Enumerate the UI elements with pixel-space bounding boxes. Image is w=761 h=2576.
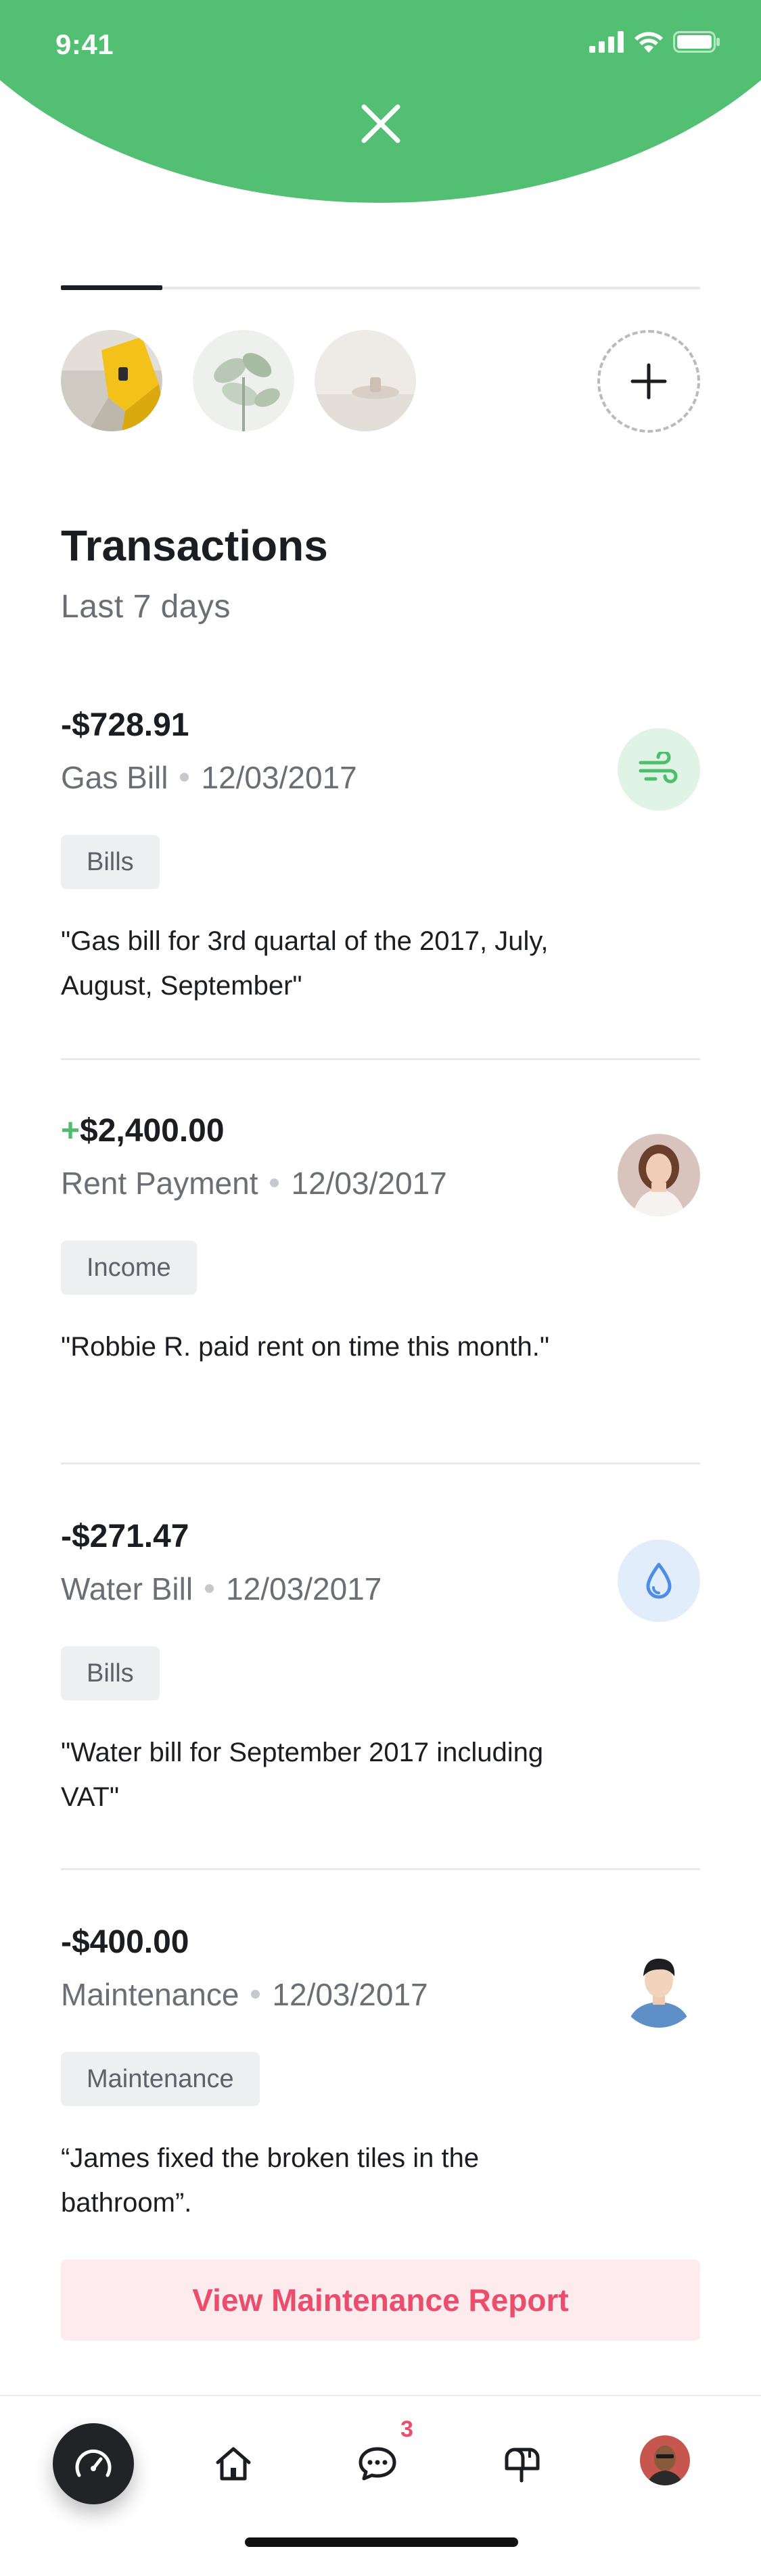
account-property-3[interactable] xyxy=(315,330,416,431)
signal-icon xyxy=(589,31,624,53)
transaction-meta: Rent Payment 12/03/2017 xyxy=(61,1165,447,1201)
add-account-button[interactable] xyxy=(597,330,700,433)
amount-value: $271.47 xyxy=(71,1519,189,1554)
wifi-icon xyxy=(635,32,663,53)
tenant-avatar xyxy=(618,1134,700,1216)
transaction-amount: -$400.00 xyxy=(61,1924,189,1961)
transaction-meta: Maintenance 12/03/2017 xyxy=(61,1976,428,2013)
home-indicator xyxy=(245,2537,518,2547)
amount-sign: - xyxy=(61,1519,72,1554)
transaction-amount: -$271.47 xyxy=(61,1518,189,1555)
separator-dot xyxy=(205,1584,214,1594)
tenant-avatar-photo xyxy=(618,1134,700,1216)
section-title: Transactions xyxy=(61,521,328,570)
divider xyxy=(61,1058,700,1060)
transaction-note: "Robbie R. paid rent on time this month.… xyxy=(61,1332,550,1362)
messages-badge: 3 xyxy=(400,2416,413,2442)
property-photo-interior xyxy=(315,330,416,431)
transaction-date: 12/03/2017 xyxy=(201,760,357,795)
amount-value: $728.91 xyxy=(71,707,189,743)
nav-profile-avatar[interactable] xyxy=(640,2435,690,2485)
header: 9:41 xyxy=(0,0,761,210)
battery-icon xyxy=(673,31,720,53)
section-subtitle: Last 7 days xyxy=(61,589,231,625)
transaction-item[interactable]: -$728.91 Gas Bill 12/03/2017 Bills "Gas b… xyxy=(61,707,700,1018)
mailbox-icon xyxy=(505,2448,540,2483)
nav-properties-button[interactable] xyxy=(212,2442,255,2485)
transaction-tag: Bills xyxy=(61,1646,160,1700)
transaction-tag: Maintenance xyxy=(61,2052,260,2106)
transaction-item[interactable]: +$2,400.00 Rent Payment 12/03/2017 Income… xyxy=(61,1112,700,1423)
divider xyxy=(61,1462,700,1464)
transaction-title: Water Bill xyxy=(61,1571,193,1606)
transaction-date: 12/03/2017 xyxy=(272,1977,428,2012)
close-icon xyxy=(361,104,400,143)
close-button[interactable] xyxy=(360,103,402,145)
transaction-meta: Gas Bill 12/03/2017 xyxy=(61,759,357,796)
transaction-item[interactable]: -$400.00 Maintenance 12/03/2017 Maintenan… xyxy=(61,1924,700,2241)
status-time: 9:41 xyxy=(55,28,114,60)
transaction-title: Rent Payment xyxy=(61,1166,258,1201)
transaction-note: “James fixed the broken tiles in the bat… xyxy=(61,2143,480,2218)
account-property-2[interactable] xyxy=(193,330,294,431)
transaction-meta: Water Bill 12/03/2017 xyxy=(61,1571,382,1607)
transaction-amount: -$728.91 xyxy=(61,707,189,744)
header-background xyxy=(0,0,761,203)
transaction-title: Gas Bill xyxy=(61,760,168,795)
plus-icon xyxy=(630,363,667,400)
speedometer-icon xyxy=(75,2449,112,2477)
account-property-1[interactable] xyxy=(61,330,162,431)
bottom-nav: 3 xyxy=(0,2395,761,2576)
nav-messages-button[interactable] xyxy=(356,2442,399,2485)
view-maintenance-report-button[interactable]: View Maintenance Report xyxy=(61,2260,700,2341)
water-drop-icon xyxy=(646,1563,672,1599)
transaction-title: Maintenance xyxy=(61,1977,239,2012)
transaction-note: "Water bill for September 2017 including… xyxy=(61,1738,544,1812)
transaction-tag: Income xyxy=(61,1241,197,1295)
property-photo-plant xyxy=(193,330,294,431)
account-tab-indicator xyxy=(61,285,162,290)
transaction-amount: +$2,400.00 xyxy=(61,1112,225,1149)
separator-dot xyxy=(251,1990,260,1999)
property-photo-yellow-chair xyxy=(61,330,162,431)
nav-dashboard-button[interactable] xyxy=(53,2423,134,2504)
amount-sign: - xyxy=(61,1924,72,1960)
wind-icon-badge xyxy=(618,728,700,811)
amount-sign: + xyxy=(61,1113,80,1149)
nav-mailbox-button[interactable] xyxy=(500,2442,543,2485)
transaction-note: "Gas bill for 3rd quartal of the 2017, J… xyxy=(61,926,549,1001)
separator-dot xyxy=(180,773,189,782)
profile-avatar-photo xyxy=(640,2435,690,2485)
transaction-item[interactable]: -$271.47 Water Bill 12/03/2017 Bills "Wat… xyxy=(61,1518,700,1829)
water-drop-icon-badge xyxy=(618,1540,700,1622)
handyman-avatar xyxy=(618,1945,700,2028)
separator-dot xyxy=(270,1178,279,1188)
status-icons xyxy=(589,31,720,53)
chat-bubble-icon xyxy=(359,2447,396,2481)
amount-sign: - xyxy=(61,707,72,743)
handyman-avatar-photo xyxy=(618,1945,700,2028)
amount-value: $400.00 xyxy=(71,1924,189,1960)
transaction-date: 12/03/2017 xyxy=(226,1571,382,1606)
amount-value: $2,400.00 xyxy=(80,1113,225,1149)
transaction-tag: Bills xyxy=(61,835,160,889)
account-switcher xyxy=(61,330,700,433)
wind-icon xyxy=(639,752,678,784)
house-icon xyxy=(216,2447,251,2481)
divider xyxy=(61,1868,700,1870)
transaction-date: 12/03/2017 xyxy=(291,1166,447,1201)
